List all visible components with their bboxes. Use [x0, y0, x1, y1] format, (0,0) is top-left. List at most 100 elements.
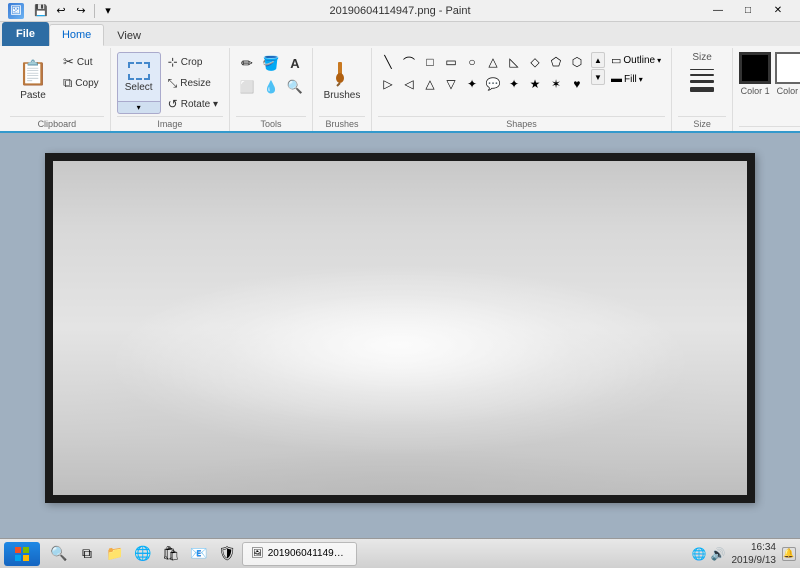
- paste-button[interactable]: 📋 Paste: [10, 52, 56, 108]
- shape-curve[interactable]: ⌒: [399, 52, 419, 72]
- size-line-4[interactable]: [690, 87, 714, 92]
- outline-button[interactable]: ▭ Outline ▾: [607, 52, 665, 69]
- shape-star5[interactable]: ★: [525, 74, 545, 94]
- taskbar-search[interactable]: 🔍: [46, 542, 72, 566]
- network-icon[interactable]: 🌐: [692, 547, 707, 561]
- shape-line[interactable]: ╲: [378, 52, 398, 72]
- save-button[interactable]: 💾: [32, 2, 50, 20]
- taskbar-system-icons: 🌐 🔊: [692, 547, 726, 561]
- colors-group-label: [739, 126, 800, 131]
- pencil-button[interactable]: ✏: [236, 52, 258, 74]
- image-buttons: ⊹ Crop ⤡ Resize ↺ Rotate ▾: [163, 52, 223, 114]
- shape-arrow-right[interactable]: ▷: [378, 74, 398, 94]
- clipboard-content: 📋 Paste ✂ Cut ⧉ Copy: [10, 50, 104, 116]
- paint-canvas[interactable]: [45, 153, 755, 503]
- shape-arrow-down[interactable]: ▽: [441, 74, 461, 94]
- shapes-grid-2: ▷ ◁ △ ▽ ✦ 💬 ✦ ★ ✶ ♥: [378, 74, 587, 94]
- clock-time: 16:34: [732, 541, 777, 554]
- title-bar-left: 🖼 💾 ↩ ↪ ▾: [8, 2, 121, 20]
- eraser-button[interactable]: ⬜: [236, 76, 258, 98]
- redo-button[interactable]: ↪: [72, 2, 90, 20]
- shapes-grid: ╲ ⌒ □ ▭ ○ △ ◺ ◇ ⬠ ⬡: [378, 52, 587, 72]
- taskbar-clock[interactable]: 16:34 2019/9/13: [732, 541, 777, 567]
- outline-dropdown-icon: ▾: [657, 56, 661, 65]
- fill-btn[interactable]: ▬ Fill ▾: [607, 71, 665, 87]
- fill-button[interactable]: 🪣: [260, 52, 282, 74]
- shape-arrow-up[interactable]: △: [420, 74, 440, 94]
- shape-heart[interactable]: ♥: [567, 74, 587, 94]
- minimize-button[interactable]: —: [704, 2, 732, 20]
- taskbar-explorer[interactable]: 📁: [102, 542, 128, 566]
- window-controls: — □ ✕: [704, 2, 792, 20]
- copy-button[interactable]: ⧉ Copy: [58, 73, 104, 93]
- color1-label: Color 1: [741, 86, 770, 96]
- volume-icon[interactable]: 🔊: [711, 547, 726, 561]
- shape-arrow-left[interactable]: ◁: [399, 74, 419, 94]
- clipboard-group: 📋 Paste ✂ Cut ⧉ Copy Clipboard: [4, 48, 111, 131]
- undo-button[interactable]: ↩: [52, 2, 70, 20]
- tools-group: ✏ 🪣 A ⬜ 💧 🔍 Tools: [230, 48, 313, 131]
- shapes-inner: ╲ ⌒ □ ▭ ○ △ ◺ ◇ ⬠ ⬡ ▷ ◁: [378, 52, 587, 94]
- shape-star6[interactable]: ✶: [546, 74, 566, 94]
- taskbar-right: 🌐 🔊 16:34 2019/9/13 🔔: [692, 541, 796, 567]
- shapes-scroll-down[interactable]: ▼: [591, 69, 605, 85]
- select-dropdown-button[interactable]: ▾: [117, 102, 161, 114]
- taskbar-pin1[interactable]: 🛡: [214, 542, 240, 566]
- tools-row-1: ✏ 🪣 A: [236, 52, 306, 74]
- resize-button[interactable]: ⤡ Resize: [163, 73, 223, 93]
- shape-rectangle[interactable]: □: [420, 52, 440, 72]
- color2-wrap: Color 2: [775, 52, 800, 96]
- shape-callout[interactable]: 💬: [483, 74, 503, 94]
- taskbar-paint-app[interactable]: 🖼 20190604114947...: [242, 542, 357, 566]
- size-line-3[interactable]: [690, 80, 714, 83]
- color2-swatch[interactable]: [775, 52, 800, 84]
- image-group-label: Image: [117, 116, 223, 131]
- taskbar-mail[interactable]: 📧: [186, 542, 212, 566]
- colors-content: Color 1 Color 2: [739, 50, 800, 126]
- taskbar-app-icon: 🖼: [251, 548, 264, 559]
- shape-triangle[interactable]: △: [483, 52, 503, 72]
- zoom-button[interactable]: 🔍: [284, 76, 306, 98]
- text-button[interactable]: A: [284, 52, 306, 74]
- tab-view[interactable]: View: [104, 24, 154, 46]
- shape-rounded-rect[interactable]: ▭: [441, 52, 461, 72]
- paste-icon: 📋: [18, 59, 48, 88]
- ribbon-tab-bar: File Home View: [0, 22, 800, 46]
- taskbar-task-view[interactable]: ⧉: [74, 542, 100, 566]
- tab-file[interactable]: File: [2, 22, 49, 46]
- start-button[interactable]: [4, 542, 40, 566]
- shapes-scroll-up[interactable]: ▲: [591, 52, 605, 68]
- notification-button[interactable]: 🔔: [782, 547, 796, 561]
- shape-diamond[interactable]: ◇: [525, 52, 545, 72]
- maximize-button[interactable]: □: [734, 2, 762, 20]
- close-button[interactable]: ✕: [764, 2, 792, 20]
- tools-content: ✏ 🪣 A ⬜ 💧 🔍: [236, 50, 306, 116]
- size-line-1[interactable]: [690, 69, 714, 70]
- brushes-button[interactable]: Brushes: [319, 52, 365, 108]
- shape-ellipse[interactable]: ○: [462, 52, 482, 72]
- taskbar: 🔍 ⧉ 📁 🌐 🛍 📧 🛡 🖼 20190604114947... 🌐 🔊 16…: [0, 538, 800, 568]
- color-picker-button[interactable]: 💧: [260, 76, 282, 98]
- shape-hexagon[interactable]: ⬡: [567, 52, 587, 72]
- tab-home[interactable]: Home: [49, 24, 104, 46]
- fill-icon: ▬: [611, 73, 622, 85]
- canvas-floor-shadow: [122, 361, 677, 495]
- rotate-button[interactable]: ↺ Rotate ▾: [163, 94, 223, 114]
- cut-label: Cut: [77, 57, 93, 68]
- size-line-2[interactable]: [690, 74, 714, 76]
- windows-logo-icon: [14, 546, 30, 562]
- color2-label: Color 2: [777, 86, 800, 96]
- crop-button[interactable]: ⊹ Crop: [163, 52, 223, 72]
- taskbar-browser[interactable]: 🌐: [130, 542, 156, 566]
- cut-button[interactable]: ✂ Cut: [58, 52, 104, 72]
- size-lines: [686, 65, 718, 96]
- customize-quick-access-button[interactable]: ▾: [99, 2, 117, 20]
- shape-right-triangle[interactable]: ◺: [504, 52, 524, 72]
- color1-swatch[interactable]: [739, 52, 771, 84]
- resize-label: Resize: [180, 78, 211, 89]
- shape-4arrow[interactable]: ✦: [462, 74, 482, 94]
- shape-pentagon[interactable]: ⬠: [546, 52, 566, 72]
- shape-star4[interactable]: ✦: [504, 74, 524, 94]
- select-button[interactable]: Select: [117, 52, 161, 102]
- taskbar-store[interactable]: 🛍: [158, 542, 184, 566]
